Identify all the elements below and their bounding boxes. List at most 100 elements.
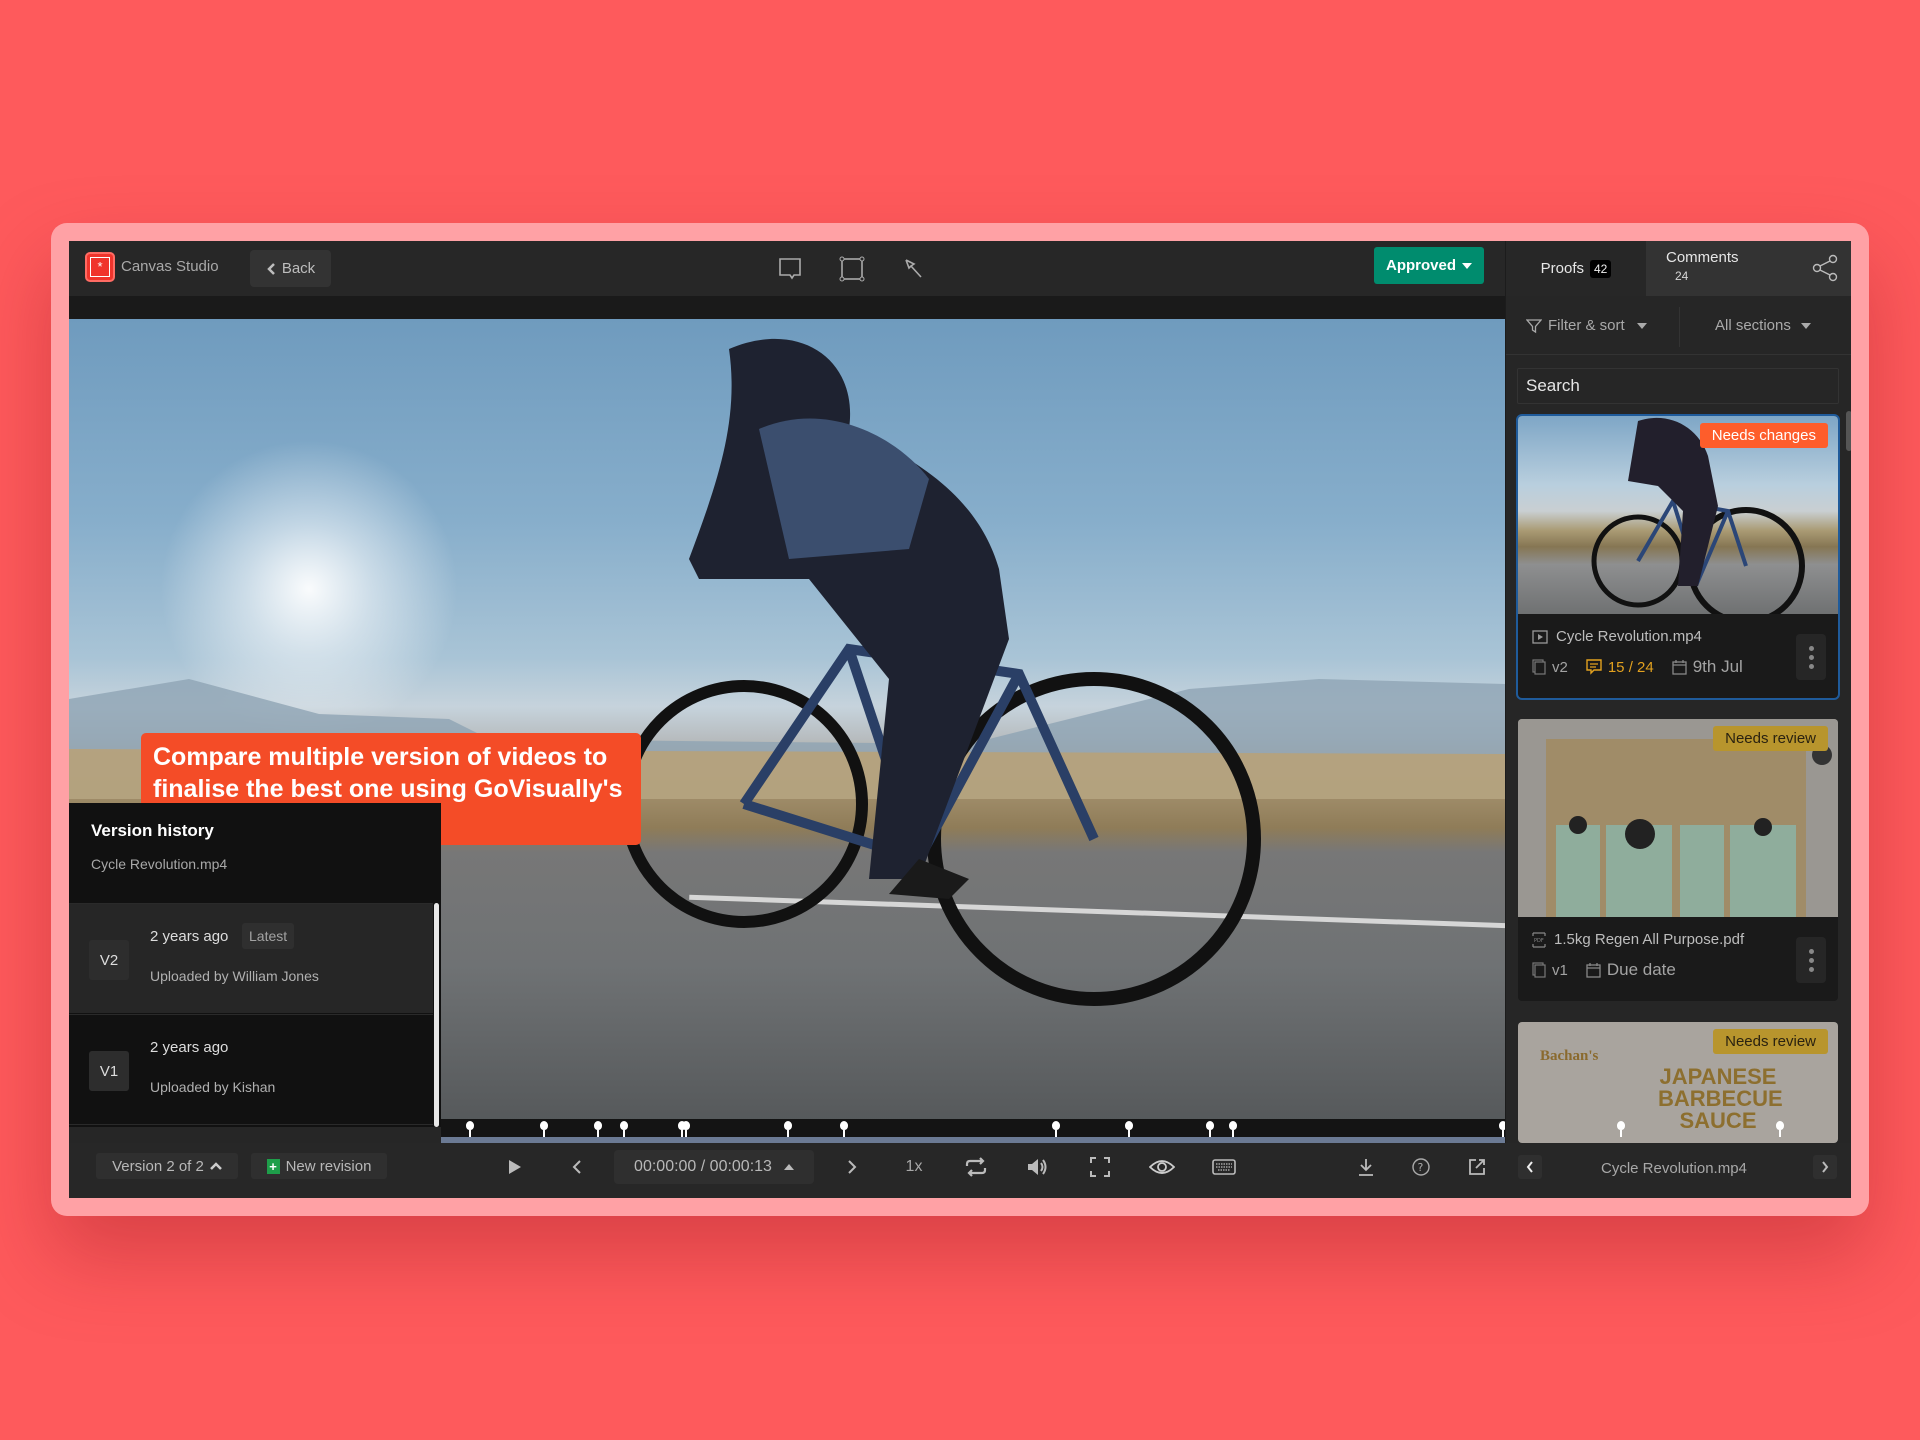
comment-tool-button[interactable] <box>774 253 806 285</box>
volume-button[interactable] <box>1023 1152 1053 1182</box>
comment-timeline[interactable] <box>441 1119 1523 1137</box>
next-file-button[interactable] <box>1813 1155 1837 1179</box>
eye-icon <box>1149 1160 1175 1174</box>
status-badge: Needs review <box>1713 1029 1828 1054</box>
proof-more-menu-button[interactable] <box>1796 937 1826 983</box>
next-frame-button[interactable] <box>837 1152 867 1182</box>
current-file-name: Cycle Revolution.mp4 <box>1601 1160 1747 1177</box>
approval-status-label: Approved <box>1385 257 1456 274</box>
proof-card[interactable]: Needs changes Cycle Revolution.mp4 v2 15… <box>1516 414 1840 700</box>
previous-file-button[interactable] <box>1518 1155 1542 1179</box>
marker-pin-stem <box>1128 1130 1130 1137</box>
visibility-toggle-button[interactable] <box>1147 1152 1177 1182</box>
marker-pin-stem <box>787 1130 789 1137</box>
open-external-button[interactable] <box>1462 1152 1492 1182</box>
proof-due-date-label: 9th Jul <box>1692 657 1743 676</box>
play-icon <box>509 1160 521 1174</box>
version-history-scrollbar[interactable] <box>434 903 439 1127</box>
timecode-display[interactable]: 00:00:00 / 00:00:13 <box>614 1150 814 1184</box>
thumbnail-line: JAPANESE <box>1659 1064 1777 1089</box>
rectangle-tool-button[interactable] <box>836 253 868 285</box>
filter-divider <box>1679 307 1680 347</box>
version-time: 2 years ago <box>150 928 229 945</box>
caret-down-icon <box>1462 262 1472 269</box>
version-history-title: Version history <box>91 821 214 840</box>
sections-dropdown[interactable]: All sections <box>1715 317 1811 334</box>
marker-pin-stem <box>1620 1130 1622 1137</box>
comment-icon <box>1586 659 1602 675</box>
version-history-panel: Version history Cycle Revolution.mp4 V2 … <box>69 803 441 1127</box>
previous-frame-button[interactable] <box>562 1152 592 1182</box>
version-selector-button[interactable]: Version 2 of 2 <box>96 1153 238 1179</box>
sections-label: All sections <box>1715 317 1791 334</box>
marker-pin-head <box>540 1121 548 1130</box>
version-uploader: Uploaded by William Jones <box>150 968 319 984</box>
proof-thumbnail: Needs review <box>1518 719 1838 917</box>
marker-pin-head <box>784 1121 792 1130</box>
help-circle-icon: ? <box>1412 1158 1430 1176</box>
proof-more-menu-button[interactable] <box>1796 634 1826 680</box>
versions-stack-icon <box>1532 962 1546 978</box>
fullscreen-button[interactable] <box>1085 1152 1115 1182</box>
download-icon <box>1359 1159 1373 1176</box>
repeat-icon <box>965 1157 987 1177</box>
new-revision-label: New revision <box>285 1157 372 1175</box>
marker-pin-head <box>1229 1121 1237 1130</box>
calendar-icon <box>1586 963 1601 978</box>
marker-pin-stem <box>1055 1130 1057 1137</box>
svg-text:?: ? <box>1418 1161 1424 1174</box>
filter-sort-dropdown[interactable]: Filter & sort <box>1526 317 1647 334</box>
proof-thumbnail: Needs changes <box>1518 416 1838 614</box>
playback-speed-button[interactable]: 1x <box>899 1152 929 1182</box>
proof-comment-count-label: 15 / 24 <box>1607 658 1654 676</box>
proof-due-date: Due date <box>1586 960 1676 980</box>
new-revision-button[interactable]: + New revision <box>251 1153 387 1179</box>
comment-marker[interactable] <box>1775 1121 1785 1139</box>
version-item-v1[interactable]: V1 2 years ago Uploaded by Kishan <box>69 1014 433 1124</box>
help-button[interactable]: ? <box>1406 1152 1436 1182</box>
version-list-divider <box>69 1124 433 1127</box>
version-item-v2[interactable]: V2 2 years ago Latest Uploaded by Willia… <box>69 903 433 1013</box>
tab-comments[interactable]: Comments 24 <box>1646 241 1851 296</box>
arrow-pointer-icon <box>905 259 922 278</box>
kebab-dot <box>1808 966 1814 972</box>
marker-pin-head <box>1125 1121 1133 1130</box>
plus-icon: + <box>266 1158 280 1174</box>
marker-pin-stem <box>843 1130 845 1137</box>
marker-pin-stem <box>623 1130 625 1137</box>
approval-status-dropdown[interactable]: Approved <box>1374 247 1484 284</box>
player-controls-bar: Version 2 of 2 + New revision 00:00:00 /… <box>69 1143 1851 1198</box>
marker-pin-stem <box>1209 1130 1211 1137</box>
kebab-dot <box>1808 654 1814 660</box>
download-button[interactable] <box>1351 1152 1381 1182</box>
proof-card[interactable]: Needs review PDF 1.5kg Regen All Purpose… <box>1518 719 1838 1001</box>
filter-rule <box>1506 354 1851 355</box>
proof-list-scrollbar[interactable] <box>1846 411 1851 451</box>
proof-version-label: v2 <box>1552 658 1568 676</box>
marker-pin-stem <box>1502 1130 1504 1137</box>
back-button[interactable]: Back <box>250 250 331 287</box>
marker-pin-stem <box>469 1130 471 1137</box>
pointer-tool-button[interactable] <box>898 253 930 285</box>
proof-card[interactable]: Bachan's JAPANESE BARBECUE SAUCE Needs r… <box>1518 1022 1838 1143</box>
version-badge: V2 <box>89 940 129 980</box>
share-icon[interactable] <box>1812 254 1838 282</box>
play-button[interactable] <box>500 1152 530 1182</box>
marker-pin-stem <box>597 1130 599 1137</box>
kebab-dot <box>1808 645 1814 651</box>
latest-tag: Latest <box>242 923 295 949</box>
thumbnail-line: SAUCE <box>1679 1108 1757 1133</box>
loop-button[interactable] <box>961 1152 991 1182</box>
back-label: Back <box>281 260 316 277</box>
fullscreen-icon <box>1090 1157 1110 1177</box>
comment-marker[interactable] <box>1616 1121 1626 1139</box>
thumbnail-product-text: JAPANESE BARBECUE SAUCE <box>1658 1064 1783 1133</box>
tab-proofs[interactable]: Proofs 42 <box>1506 241 1646 296</box>
proof-version-label: v1 <box>1552 961 1568 979</box>
marker-pin-stem <box>1779 1130 1781 1137</box>
marker-pin-head <box>594 1121 602 1130</box>
search-input[interactable] <box>1517 368 1839 404</box>
keyboard-shortcuts-button[interactable] <box>1209 1152 1239 1182</box>
annotation-tools <box>774 253 930 285</box>
marker-pin-head <box>1052 1121 1060 1130</box>
